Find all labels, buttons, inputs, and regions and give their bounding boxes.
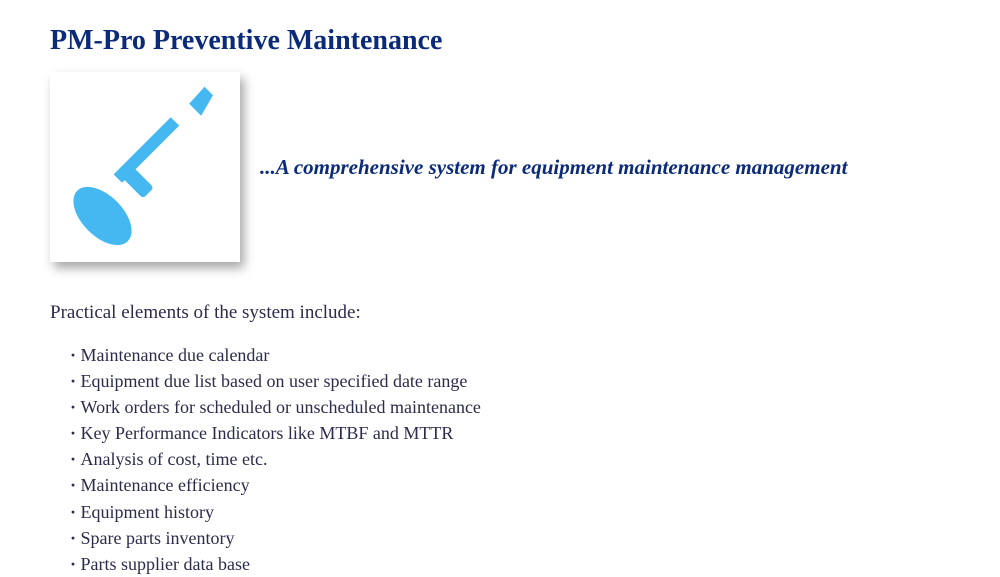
- tagline: ...A comprehensive system for equipment …: [260, 155, 847, 180]
- product-icon-card: [50, 72, 240, 262]
- list-item: Work orders for scheduled or unscheduled…: [70, 394, 950, 420]
- list-item: Equipment history: [70, 499, 950, 525]
- list-item: Analysis of cost, time etc.: [70, 446, 950, 472]
- list-item: Spare parts inventory: [70, 525, 950, 551]
- feature-list: Maintenance due calendar Equipment due l…: [50, 342, 950, 577]
- list-item: Parts supplier data base: [70, 551, 950, 577]
- list-item: Maintenance efficiency: [70, 472, 950, 498]
- hero-row: ...A comprehensive system for equipment …: [50, 72, 950, 262]
- list-item: Key Performance Indicators like MTBF and…: [70, 420, 950, 446]
- list-item: Equipment due list based on user specifi…: [70, 368, 950, 394]
- list-item: Maintenance due calendar: [70, 342, 950, 368]
- screwdriver-icon: [60, 80, 230, 255]
- page-title: PM-Pro Preventive Maintenance: [50, 25, 950, 57]
- features-intro: Practical elements of the system include…: [50, 302, 950, 324]
